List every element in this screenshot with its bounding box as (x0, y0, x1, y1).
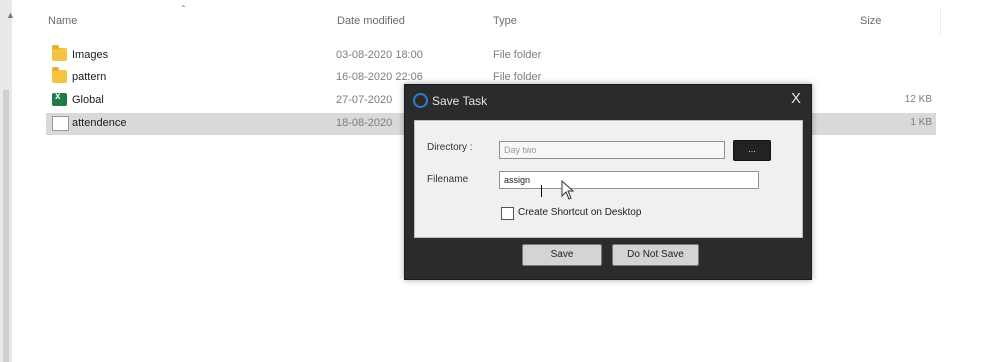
column-divider (940, 8, 941, 36)
filename-input[interactable]: assign (499, 171, 759, 189)
browse-button[interactable]: ... (733, 140, 771, 161)
file-name: pattern (72, 71, 107, 83)
sort-caret-up-icon: ⌃ (180, 4, 187, 13)
app-search-icon (413, 93, 428, 108)
filename-label: Filename (427, 174, 469, 185)
create-shortcut-label[interactable]: Create Shortcut on Desktop (518, 207, 641, 218)
mouse-pointer-icon (561, 180, 575, 200)
do-not-save-button[interactable]: Do Not Save (612, 244, 699, 266)
file-row[interactable]: Images 03-08-2020 18:00 File folder (46, 45, 936, 67)
dialog-panel: Directory : Day two ... Filename assign … (414, 120, 803, 238)
file-name: attendence (72, 117, 127, 129)
file-date: 03-08-2020 18:00 (336, 49, 423, 61)
close-button[interactable]: X (791, 90, 801, 107)
left-scrollbar[interactable]: ▲ (0, 0, 15, 362)
file-name: Global (72, 94, 104, 106)
file-explorer: ▲ Name ⌃ Date modified Type Size Images … (0, 0, 1007, 362)
file-date: 27-07-2020 (336, 94, 393, 106)
folder-icon (52, 45, 67, 61)
dialog-title: Save Task (432, 94, 488, 108)
file-size: 12 KB (904, 94, 932, 105)
scroll-up-arrow-icon[interactable]: ▲ (6, 10, 15, 20)
column-header-type[interactable]: Type (493, 15, 517, 27)
file-type: File folder (493, 71, 542, 83)
text-caret (541, 185, 542, 197)
column-header-name[interactable]: Name (48, 15, 77, 27)
directory-field[interactable]: Day two (499, 141, 725, 159)
create-shortcut-checkbox[interactable] (501, 207, 514, 220)
directory-label: Directory : (427, 142, 473, 153)
file-size: 1 KB (910, 117, 932, 128)
text-file-icon (52, 116, 69, 131)
file-date: 18-08-2020 (336, 117, 393, 129)
save-button[interactable]: Save (522, 244, 602, 266)
file-date: 16-08-2020 22:06 (336, 71, 423, 83)
dialog-titlebar[interactable]: Save Task X (405, 85, 811, 115)
scrollbar-thumb[interactable] (3, 90, 9, 362)
folder-icon (52, 67, 67, 83)
file-type: File folder (493, 49, 542, 61)
file-name: Images (72, 49, 109, 61)
column-header-size[interactable]: Size (860, 15, 881, 27)
excel-icon (52, 91, 67, 106)
column-header-date-modified[interactable]: Date modified (337, 15, 405, 27)
save-task-dialog: Save Task X Directory : Day two ... File… (404, 84, 812, 280)
